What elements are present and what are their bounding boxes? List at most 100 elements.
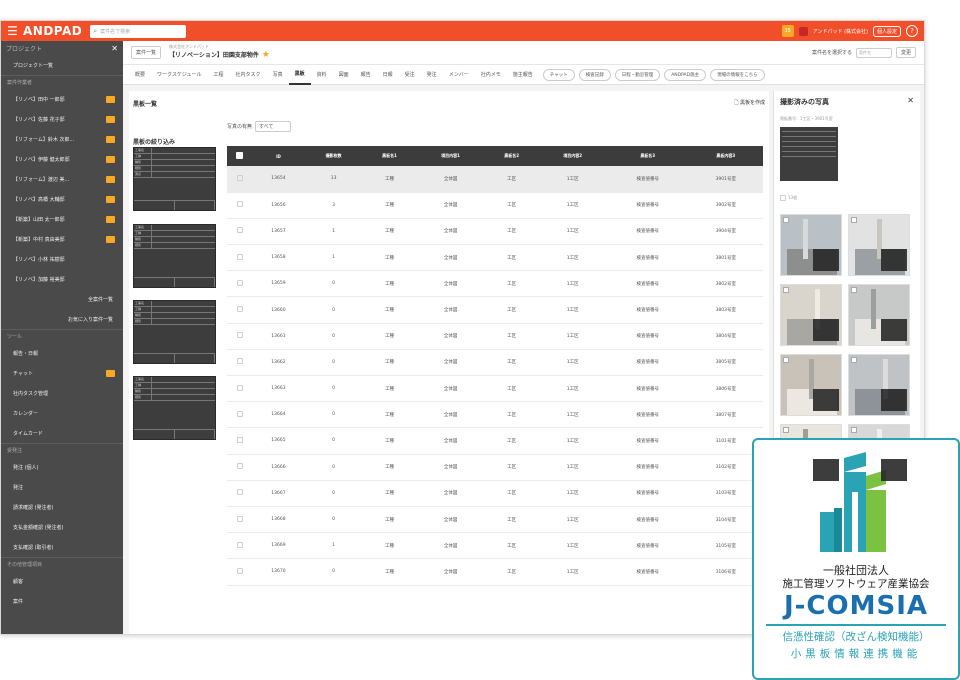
- andpad-logo[interactable]: ANDPAD: [23, 24, 82, 38]
- photo-thumbnail[interactable]: [848, 214, 910, 276]
- row-checkbox[interactable]: [236, 541, 243, 548]
- photo-checkbox[interactable]: [783, 287, 789, 293]
- change-button[interactable]: 変更: [895, 47, 916, 58]
- tab-item[interactable]: 報告: [355, 65, 377, 85]
- sidebar-item[interactable]: 支払確認 (取引者): [1, 537, 123, 557]
- tab-action-button[interactable]: 現場の情報をこちら: [710, 68, 765, 81]
- tab-item[interactable]: 日報: [377, 65, 399, 85]
- sidebar-item[interactable]: 社内タスク管理: [1, 383, 123, 403]
- sidebar-item[interactable]: 発注: [1, 477, 123, 497]
- photo-filter-select[interactable]: すべて: [255, 121, 292, 132]
- table-row[interactable]: 13670 0 工種 全体図 工区 1工区 検査値番号 3106号室: [227, 558, 763, 586]
- photo-checkbox[interactable]: [851, 357, 857, 363]
- back-to-projects-button[interactable]: 案件一覧: [131, 46, 162, 59]
- sidebar-item[interactable]: 請求確認 (発注者): [1, 497, 123, 517]
- sidebar-item[interactable]: 【リノベ】加藤 裕美邸: [1, 269, 123, 289]
- row-checkbox[interactable]: [236, 279, 243, 286]
- table-row[interactable]: 13662 0 工種 全体図 工区 1工区 検査値番号 3805号室: [227, 349, 763, 377]
- tab-item[interactable]: 黒板: [288, 65, 311, 85]
- tab-action-button[interactable]: 日程・勤怠管理: [614, 68, 661, 81]
- favorite-star-icon[interactable]: ★: [262, 50, 270, 60]
- table-row[interactable]: 13665 0 工種 全体図 工区 1工区 検査値番号 3101号室: [227, 427, 763, 455]
- select-all-checkbox[interactable]: [780, 195, 786, 201]
- help-icon[interactable]: ?: [906, 25, 918, 37]
- sidebar-item[interactable]: プロジェクト一覧: [1, 55, 123, 75]
- sidebar-item[interactable]: 【リフォーム】渡辺 美...: [1, 169, 123, 189]
- row-checkbox[interactable]: [236, 358, 243, 365]
- sidebar-item[interactable]: 【リノベ】伊藤 健太郎邸: [1, 149, 123, 169]
- select-all-photos[interactable]: 13枚: [780, 195, 797, 201]
- sidebar-item[interactable]: 【リノベ】田中 一郎邸: [1, 89, 123, 109]
- sidebar-item[interactable]: 案件: [1, 591, 123, 611]
- search-input[interactable]: ⌕ 案件名で検索: [90, 24, 187, 38]
- table-row[interactable]: 13659 0 工種 全体図 工区 1工区 検査値番号 3802号室: [227, 270, 763, 298]
- create-blackboard-link[interactable]: 🗋 黒板を作成: [734, 99, 765, 108]
- tab-item[interactable]: 工程: [208, 65, 230, 85]
- photo-checkbox[interactable]: [783, 217, 789, 223]
- table-row[interactable]: 13663 0 工種 全体図 工区 1工区 検査値番号 3806号室: [227, 375, 763, 403]
- sidebar-item[interactable]: 全案件一覧: [1, 289, 123, 309]
- row-checkbox[interactable]: [236, 463, 243, 470]
- sidebar-item[interactable]: 【新築】中村 真由美邸: [1, 229, 123, 249]
- board-filter-card[interactable]: 工事名 工種 種別 細別: [133, 224, 216, 288]
- sidebar-item[interactable]: 顧客: [1, 571, 123, 591]
- sidebar-item[interactable]: 発注 (個人): [1, 457, 123, 477]
- table-row[interactable]: 13661 0 工種 全体図 工区 1工区 検査値番号 3804号室: [227, 323, 763, 350]
- sidebar-item[interactable]: 【リノベ】小林 祐樹邸: [1, 249, 123, 269]
- table-row[interactable]: 13658 1 工種 全体図 工区 1工区 検査値番号 3801号室: [227, 244, 763, 272]
- tab-action-button[interactable]: チャット: [542, 68, 575, 81]
- sidebar-item[interactable]: タイムカード: [1, 423, 123, 443]
- photo-checkbox[interactable]: [851, 217, 857, 223]
- sidebar-item[interactable]: 【リノベ】佐藤 花子邸: [1, 109, 123, 129]
- row-checkbox[interactable]: [236, 410, 243, 417]
- photo-thumbnail[interactable]: [780, 214, 842, 276]
- row-checkbox[interactable]: [236, 253, 243, 260]
- sidebar-item[interactable]: お気に入り案件一覧: [1, 309, 123, 329]
- tab-item[interactable]: 施主報告: [507, 65, 539, 85]
- sidebar-close-icon[interactable]: ✕: [111, 44, 118, 53]
- sidebar-item[interactable]: カレンダー: [1, 403, 123, 423]
- sidebar-item[interactable]: 【新築】山田 太一郎邸: [1, 209, 123, 229]
- user-settings-button[interactable]: 個人設定: [872, 25, 901, 37]
- photo-thumbnail[interactable]: [780, 284, 842, 346]
- row-checkbox[interactable]: [236, 436, 243, 443]
- row-checkbox[interactable]: [236, 201, 243, 208]
- row-checkbox[interactable]: [236, 515, 243, 522]
- sidebar-item[interactable]: 支払金額確認 (発注者): [1, 517, 123, 537]
- project-select-input[interactable]: 案件名: [855, 47, 892, 58]
- sidebar-item[interactable]: チャット: [1, 363, 123, 383]
- tab-action-button[interactable]: 検査記録: [578, 68, 611, 81]
- photo-checkbox[interactable]: [851, 287, 857, 293]
- tab-item[interactable]: 社内メモ: [475, 65, 507, 85]
- row-checkbox[interactable]: [236, 489, 243, 496]
- table-row[interactable]: 13669 1 工種 全体図 工区 1工区 検査値番号 3105号室: [227, 532, 763, 560]
- notification-badge[interactable]: 35: [781, 25, 794, 37]
- tab-item[interactable]: メンバー: [443, 65, 475, 85]
- row-checkbox[interactable]: [236, 567, 243, 574]
- photo-checkbox[interactable]: [851, 427, 857, 433]
- select-all-rows-checkbox[interactable]: [236, 152, 244, 159]
- table-row[interactable]: 13666 0 工種 全体図 工区 1工区 検査値番号 3102号室: [227, 454, 763, 481]
- hamburger-menu-icon[interactable]: ☰: [7, 24, 21, 38]
- tab-item[interactable]: 社内タスク: [230, 65, 267, 85]
- photo-thumbnail[interactable]: [848, 284, 910, 346]
- row-checkbox[interactable]: [236, 306, 243, 313]
- row-checkbox[interactable]: [236, 227, 243, 234]
- board-filter-card[interactable]: 工事名 工種 種別 細別: [133, 300, 216, 364]
- tab-action-button[interactable]: ANDPAD施主: [664, 68, 707, 81]
- photo-thumbnail[interactable]: [780, 354, 842, 416]
- table-row[interactable]: 13654 13 工種 全体図 工区 1工区 検査値番号 3901号室: [227, 166, 763, 193]
- tab-item[interactable]: ワークスケジュール: [151, 65, 208, 85]
- board-filter-card[interactable]: 工事名 工種 種別 細別: [133, 376, 216, 440]
- table-row[interactable]: 13660 0 工種 全体図 工区 1工区 検査値番号 3803号室: [227, 296, 763, 324]
- row-checkbox[interactable]: [236, 332, 243, 339]
- tab-item[interactable]: 発注: [421, 65, 443, 85]
- board-filter-card[interactable]: 工事名 工種 種別 細別 測点: [133, 147, 216, 211]
- tab-item[interactable]: 概要: [129, 65, 151, 85]
- table-row[interactable]: 13656 3 工種 全体図 工区 1工区 検査値番号 3902号室: [227, 192, 763, 219]
- table-row[interactable]: 13668 0 工種 全体図 工区 1工区 検査値番号 3104号室: [227, 506, 763, 534]
- sidebar-item[interactable]: 【リフォーム】鈴木 次郎...: [1, 129, 123, 149]
- sidebar-item[interactable]: 【リノベ】高橋 大輔邸: [1, 189, 123, 209]
- company-name[interactable]: アンドパッド (株式会社): [813, 28, 868, 35]
- sidebar-item[interactable]: 報告・日報: [1, 343, 123, 363]
